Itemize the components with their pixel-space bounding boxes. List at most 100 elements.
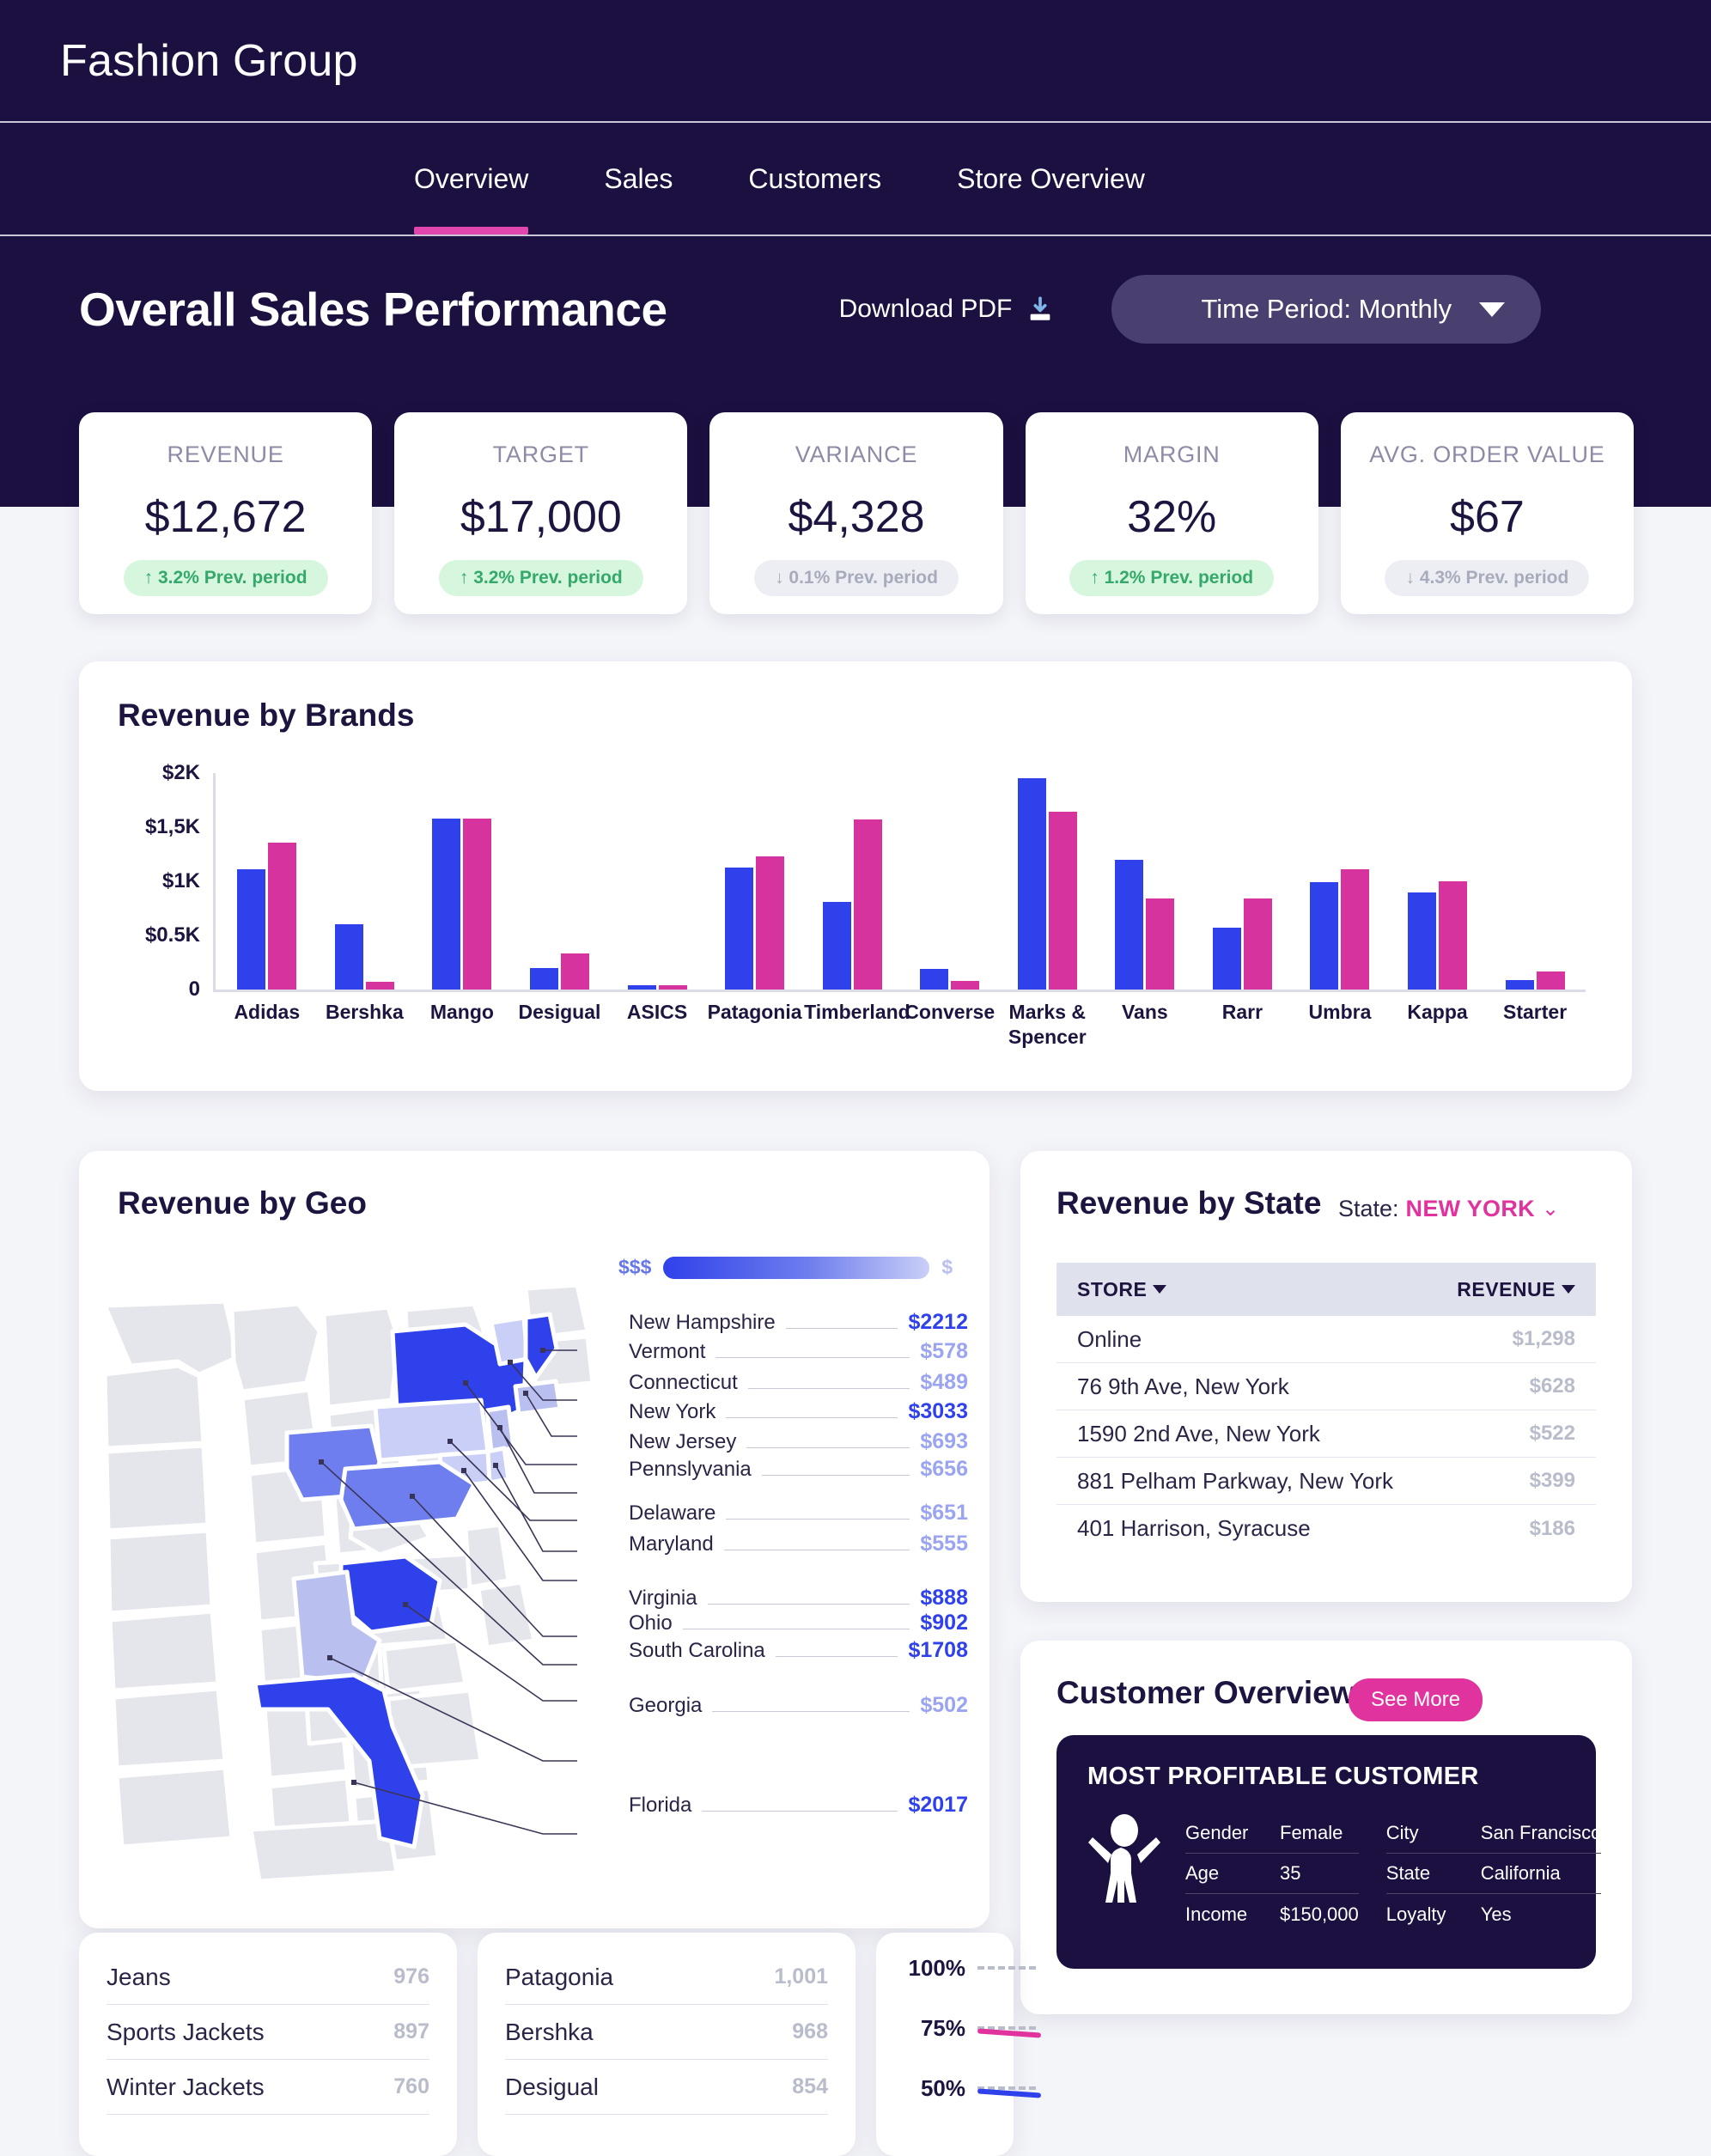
kpi-label: AVG. ORDER VALUE — [1369, 442, 1605, 467]
list-item[interactable]: Winter Jackets 760 — [107, 2060, 429, 2115]
x-tick-label: Mango — [429, 1001, 494, 1023]
nav-item-sales[interactable]: Sales — [604, 123, 673, 234]
bar-previous[interactable] — [1146, 898, 1175, 990]
bar-current[interactable] — [1408, 892, 1437, 990]
geo-callout-row[interactable]: New York $3033 — [629, 1399, 968, 1424]
list-item[interactable]: Jeans 976 — [107, 1950, 429, 2005]
legend-low-label: $ — [941, 1256, 953, 1278]
bar-group[interactable] — [237, 773, 297, 990]
geo-callout-row[interactable]: South Carolina $1708 — [629, 1638, 968, 1663]
list-item[interactable]: Bershka 968 — [505, 2005, 828, 2060]
geo-callout-row[interactable]: New Jersey $693 — [629, 1429, 968, 1454]
time-period-dropdown[interactable]: Time Period: Monthly — [1111, 275, 1542, 344]
kpi-label: REVENUE — [167, 442, 284, 467]
state-filter-dropdown[interactable]: State: NEW YORK ⌄ — [1338, 1196, 1559, 1222]
bar-current[interactable] — [529, 967, 558, 990]
download-pdf-button[interactable]: Download PDF — [839, 295, 1056, 324]
bar-current[interactable] — [1017, 778, 1046, 990]
column-header-revenue[interactable]: REVENUE — [1457, 1278, 1575, 1301]
see-more-button[interactable]: See More — [1349, 1678, 1483, 1721]
bar-current[interactable] — [237, 869, 266, 990]
list-item-name: Jeans — [107, 1963, 171, 1990]
kpi-value: $4,328 — [788, 492, 925, 542]
geo-state-value: $693 — [920, 1429, 968, 1453]
bar-current[interactable] — [627, 984, 656, 990]
list-item[interactable]: Sports Jackets 897 — [107, 2005, 429, 2060]
bar-current[interactable] — [432, 818, 461, 990]
nav-item-overview[interactable]: Overview — [414, 123, 529, 234]
bar-previous[interactable] — [1439, 881, 1468, 990]
main-navbar: Overview Sales Customers Store Overview — [0, 123, 1711, 236]
kpi-card-avg-order-value: AVG. ORDER VALUE $67 ↓ 4.3% Prev. period — [1340, 412, 1635, 614]
bar-group[interactable] — [1505, 773, 1565, 990]
x-tick-label: Patagonia — [707, 1001, 802, 1023]
table-row[interactable]: 1590 2nd Ave, New York $522 — [1056, 1410, 1596, 1458]
bar-previous[interactable] — [1536, 971, 1565, 990]
nav-item-customers[interactable]: Customers — [748, 123, 881, 234]
table-row[interactable]: Online $1,298 — [1056, 1316, 1596, 1363]
table-row[interactable]: 76 9th Ave, New York $628 — [1056, 1363, 1596, 1410]
customer-attrs-right: City San Francisco State California Loyalty Y… — [1385, 1813, 1602, 1934]
bar-group[interactable] — [529, 773, 589, 990]
geo-callout-row[interactable]: Georgia $502 — [629, 1693, 968, 1718]
nav-item-store-overview[interactable]: Store Overview — [957, 123, 1145, 234]
geo-state-value: $3033 — [908, 1399, 968, 1423]
list-item[interactable]: Patagonia 1,001 — [505, 1950, 828, 2005]
us-east-choropleth-map[interactable] — [96, 1280, 594, 1898]
kpi-delta-badge: ↑ 1.2% Prev. period — [1069, 560, 1275, 596]
revenue-by-state-card: Revenue by State State: NEW YORK ⌄ STORE… — [1020, 1151, 1632, 1602]
customer-attr-row: Income $150,000 — [1185, 1894, 1359, 1934]
kpi-card-target: TARGET $17,000 ↑ 3.2% Prev. period — [394, 412, 688, 614]
bar-previous[interactable] — [658, 984, 687, 990]
x-tick-label: Vans — [1121, 1001, 1168, 1023]
bar-previous[interactable] — [560, 953, 589, 990]
geo-callout-row[interactable]: Virginia $888 — [629, 1586, 968, 1611]
bar-current[interactable] — [920, 969, 949, 990]
bar-previous[interactable] — [951, 980, 980, 990]
bar-group[interactable] — [1310, 773, 1370, 990]
geo-callout-row[interactable]: Connecticut $489 — [629, 1370, 968, 1395]
bar-group[interactable] — [334, 773, 394, 990]
y-axis: $2K $1,5K $1K $0.5K 0 — [113, 761, 212, 1001]
table-row[interactable]: 401 Harrison, Syracuse $186 — [1056, 1505, 1596, 1552]
bar-previous[interactable] — [1048, 812, 1077, 990]
bar-previous[interactable] — [1341, 869, 1370, 990]
bar-current[interactable] — [822, 901, 851, 990]
bar-group[interactable] — [1017, 773, 1077, 990]
bar-previous[interactable] — [756, 856, 785, 990]
x-tick-label: Converse — [904, 1001, 996, 1023]
customer-attr-row: Loyalty Yes — [1386, 1894, 1602, 1934]
geo-callout-row[interactable]: Pennslyvania $656 — [629, 1457, 968, 1482]
bar-group[interactable] — [627, 773, 687, 990]
y-axis-line — [213, 773, 216, 992]
geo-callout-row[interactable]: New Hampshire $2212 — [629, 1310, 968, 1335]
list-item[interactable]: Desigual 854 — [505, 2060, 828, 2115]
geo-callout-row[interactable]: Vermont $578 — [629, 1339, 968, 1364]
geo-callout-row[interactable]: Ohio $902 — [629, 1611, 968, 1635]
bar-current[interactable] — [1505, 979, 1534, 990]
bar-previous[interactable] — [853, 819, 882, 990]
geo-callout-row[interactable]: Maryland $555 — [629, 1532, 968, 1556]
geo-callout-row[interactable]: Florida $2017 — [629, 1793, 968, 1818]
bar-group[interactable] — [1408, 773, 1468, 990]
bar-current[interactable] — [334, 924, 363, 990]
bar-current[interactable] — [1115, 859, 1144, 990]
bar-group[interactable] — [920, 773, 980, 990]
bar-group[interactable] — [1115, 773, 1175, 990]
column-header-store[interactable]: STORE — [1077, 1278, 1167, 1301]
bar-previous[interactable] — [1243, 898, 1272, 990]
bar-previous[interactable] — [268, 842, 297, 990]
bar-current[interactable] — [725, 867, 754, 990]
bar-previous[interactable] — [365, 981, 394, 990]
geo-leader-dash — [746, 1447, 910, 1448]
geo-state-name: Virginia — [629, 1587, 697, 1610]
bar-current[interactable] — [1310, 882, 1339, 990]
bar-group[interactable] — [1212, 773, 1272, 990]
bar-group[interactable] — [725, 773, 785, 990]
bar-previous[interactable] — [463, 818, 492, 990]
bar-group[interactable] — [822, 773, 882, 990]
bar-current[interactable] — [1212, 928, 1241, 990]
geo-callout-row[interactable]: Delaware $651 — [629, 1501, 968, 1526]
table-row[interactable]: 881 Pelham Parkway, New York $399 — [1056, 1458, 1596, 1505]
bar-group[interactable] — [432, 773, 492, 990]
